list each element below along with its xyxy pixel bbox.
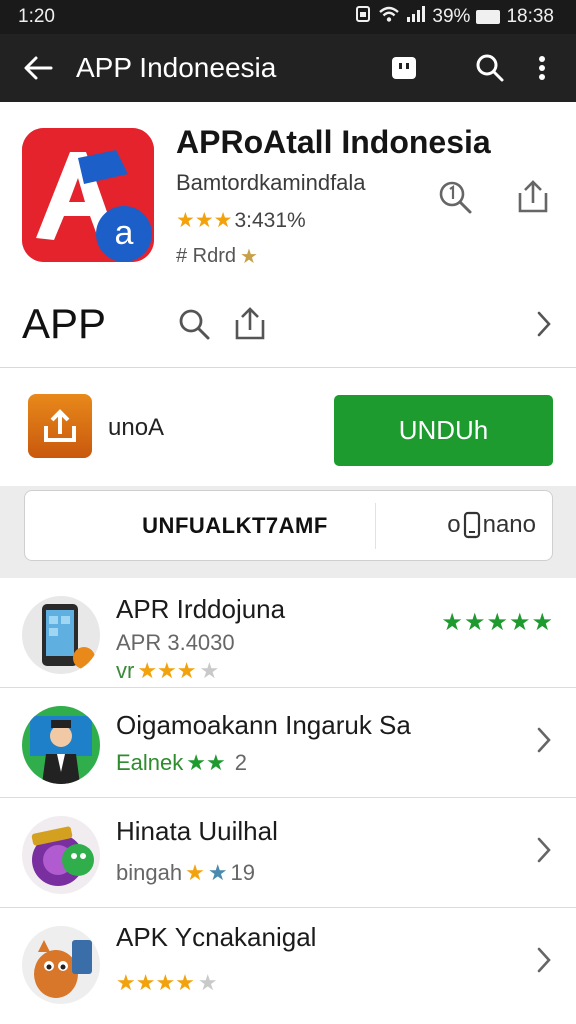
chevron-button[interactable] bbox=[530, 722, 558, 758]
battery-percent: 39% bbox=[432, 6, 471, 27]
sim-icon bbox=[354, 5, 372, 29]
rating-stars-empty: ★ bbox=[197, 970, 218, 995]
rating-text: 3:431% bbox=[234, 208, 306, 232]
promo-divider bbox=[375, 503, 376, 549]
rating-stars: ★★★★ bbox=[116, 970, 195, 995]
list-item-rating: vr ★★★ ★ bbox=[116, 658, 219, 684]
share-icon bbox=[518, 180, 548, 213]
chevron-button[interactable] bbox=[530, 942, 558, 978]
share-icon bbox=[235, 307, 265, 340]
zoom-button[interactable] bbox=[430, 172, 480, 222]
promo-right: o nano bbox=[447, 511, 536, 539]
promo-right-text: nano bbox=[482, 511, 536, 538]
status-bar: 1:20 39% 18:38 bbox=[0, 0, 576, 34]
store-button[interactable] bbox=[378, 42, 430, 94]
app-logo-icon: a bbox=[22, 128, 154, 262]
rating-prefix: vr bbox=[116, 658, 135, 683]
section-share-button[interactable] bbox=[228, 302, 272, 346]
list-item[interactable]: APR Irddojuna APR 3.4030 vr ★★★ ★ ★★★★★ bbox=[0, 578, 576, 688]
chevron-right-icon bbox=[537, 837, 551, 863]
app-header: a APRoAtall Indonesia Bamtordkamindfala … bbox=[0, 102, 576, 288]
signal-icon bbox=[406, 5, 426, 29]
list-item-title: APR Irddojuna bbox=[116, 594, 286, 624]
status-time: 1:20 bbox=[18, 6, 55, 27]
upload-icon bbox=[28, 394, 92, 458]
back-arrow-icon bbox=[24, 56, 53, 80]
install-button[interactable]: UNDUh bbox=[334, 395, 553, 466]
app-title: APRoAtall Indonesia bbox=[176, 124, 491, 160]
list-item[interactable]: Hinata Uuilhal bingah ★ ★ 19 bbox=[0, 798, 576, 908]
rating-count: 2 bbox=[234, 750, 247, 775]
chevron-right-icon bbox=[537, 947, 551, 973]
more-vert-icon bbox=[539, 56, 545, 80]
search-button[interactable] bbox=[464, 42, 516, 94]
app-tag: # Rdrd ★ bbox=[176, 244, 258, 269]
rating-stars: ★ bbox=[185, 860, 205, 885]
phone-icon bbox=[463, 511, 480, 539]
list-item[interactable]: Oigamoakann Ingaruk Sa Ealnek ★★ 2 bbox=[0, 688, 576, 798]
list-item-title: APK Ycnakanigal bbox=[116, 922, 317, 952]
promo-card[interactable]: UNFUALKT7AMF o nano bbox=[24, 490, 553, 561]
list-item-title: Oigamoakann Ingaruk Sa bbox=[116, 710, 411, 740]
promo-label: UNFUALKT7AMF bbox=[142, 513, 328, 538]
section-header: APP bbox=[0, 288, 576, 368]
chevron-button[interactable] bbox=[530, 832, 558, 868]
search-icon bbox=[476, 54, 504, 82]
share-button[interactable] bbox=[508, 172, 558, 222]
tag-star: ★ bbox=[240, 246, 258, 268]
promo-band: UNFUALKT7AMF o nano bbox=[0, 486, 576, 578]
section-label: APP bbox=[22, 300, 107, 347]
list-item-rating: bingah ★ ★ 19 bbox=[116, 860, 255, 886]
search-icon bbox=[179, 309, 210, 340]
rating-stars-empty: ★ bbox=[199, 658, 220, 683]
app-bar: APP Indoneesia bbox=[0, 34, 576, 102]
section-chevron-button[interactable] bbox=[526, 304, 562, 344]
store-icon bbox=[392, 57, 416, 79]
battery-icon bbox=[476, 10, 501, 24]
rating-prefix: bingah bbox=[116, 860, 183, 885]
rating-stars: ★★★ bbox=[176, 209, 233, 232]
rating-count: 19 bbox=[230, 860, 256, 885]
rating-stars-blue: ★ bbox=[207, 860, 228, 885]
wifi-icon bbox=[378, 5, 400, 29]
rating-prefix: Ealnek bbox=[116, 750, 184, 775]
chevron-right-icon bbox=[537, 727, 551, 753]
status-icons: 39% 18:38 bbox=[354, 5, 554, 29]
game-app-icon bbox=[22, 816, 100, 894]
back-button[interactable] bbox=[0, 55, 76, 81]
person-app-icon bbox=[22, 706, 100, 784]
status-clock: 18:38 bbox=[506, 6, 554, 27]
download-row: unoA UNDUh bbox=[0, 368, 576, 486]
app-list: APR Irddojuna APR 3.4030 vr ★★★ ★ ★★★★★ O… bbox=[0, 578, 576, 1012]
rating-stars: ★★★ bbox=[137, 658, 197, 683]
app-bar-title: APP Indoneesia bbox=[76, 52, 277, 83]
mascot-app-icon bbox=[22, 926, 100, 1004]
section-search-button[interactable] bbox=[172, 302, 216, 346]
zoom-search-icon bbox=[439, 181, 472, 214]
promo-right-prefix: o bbox=[447, 511, 461, 538]
featured-stars: ★★★★★ bbox=[441, 609, 554, 636]
list-item-subtitle: APR 3.4030 bbox=[116, 630, 235, 655]
list-item[interactable]: APK Ycnakanigal ★★★★ ★ bbox=[0, 908, 576, 1012]
list-item-rating: Ealnek ★★ 2 bbox=[116, 750, 247, 776]
list-item-title: Hinata Uuilhal bbox=[116, 816, 278, 846]
list-item-rating: ★★★★ ★ bbox=[116, 970, 218, 996]
app-rating: ★★★ 3:431% bbox=[176, 208, 306, 233]
tag-text: # Rdrd bbox=[176, 245, 237, 267]
download-label: unoA bbox=[108, 414, 165, 441]
overflow-menu-button[interactable] bbox=[516, 42, 568, 94]
phone-app-icon bbox=[22, 596, 100, 674]
developer-name[interactable]: Bamtordkamindfala bbox=[176, 170, 366, 196]
rating-stars: ★★ bbox=[186, 750, 226, 775]
svg-text:a: a bbox=[115, 214, 134, 252]
chevron-right-icon bbox=[537, 311, 551, 337]
